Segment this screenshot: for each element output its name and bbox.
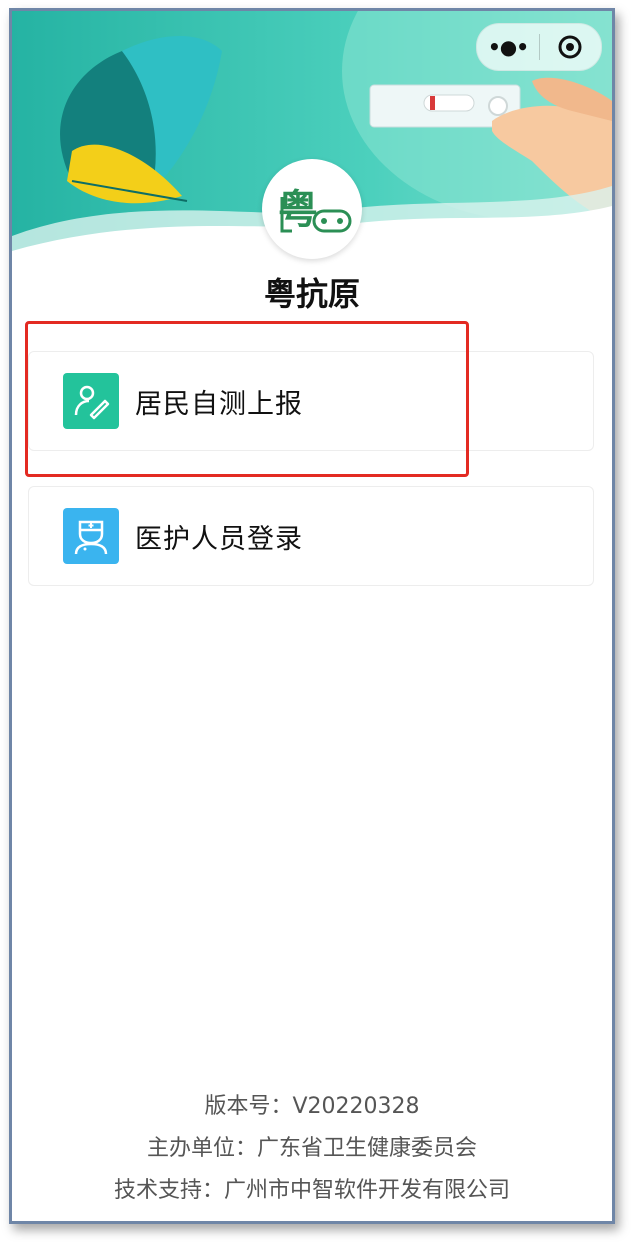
- medical-staff-login-label: 医护人员登录: [135, 523, 303, 555]
- page-title: 粤抗原: [263, 275, 360, 313]
- more-dots-icon[interactable]: •●•: [477, 35, 539, 59]
- app-logo: 粤: [262, 159, 362, 259]
- highlight-box: [25, 321, 469, 477]
- miniprogram-capsule: •●•: [476, 23, 602, 71]
- version-text: 版本号：V20220328: [204, 1094, 420, 1119]
- tech-support-text: 技术支持：广州市中智软件开发有限公司: [113, 1178, 510, 1203]
- nurse-icon: [63, 508, 119, 564]
- medical-staff-login-button[interactable]: 医护人员登录: [28, 486, 594, 586]
- organizer-text: 主办单位：广东省卫生健康委员会: [146, 1136, 477, 1161]
- target-circle-icon[interactable]: [540, 34, 600, 60]
- logo-text: 粤: [278, 186, 318, 233]
- phone-screen: •●• 粤 粤抗原 居民自测上报 医护人员登录 版本号：V20220328 主办…: [9, 8, 615, 1224]
